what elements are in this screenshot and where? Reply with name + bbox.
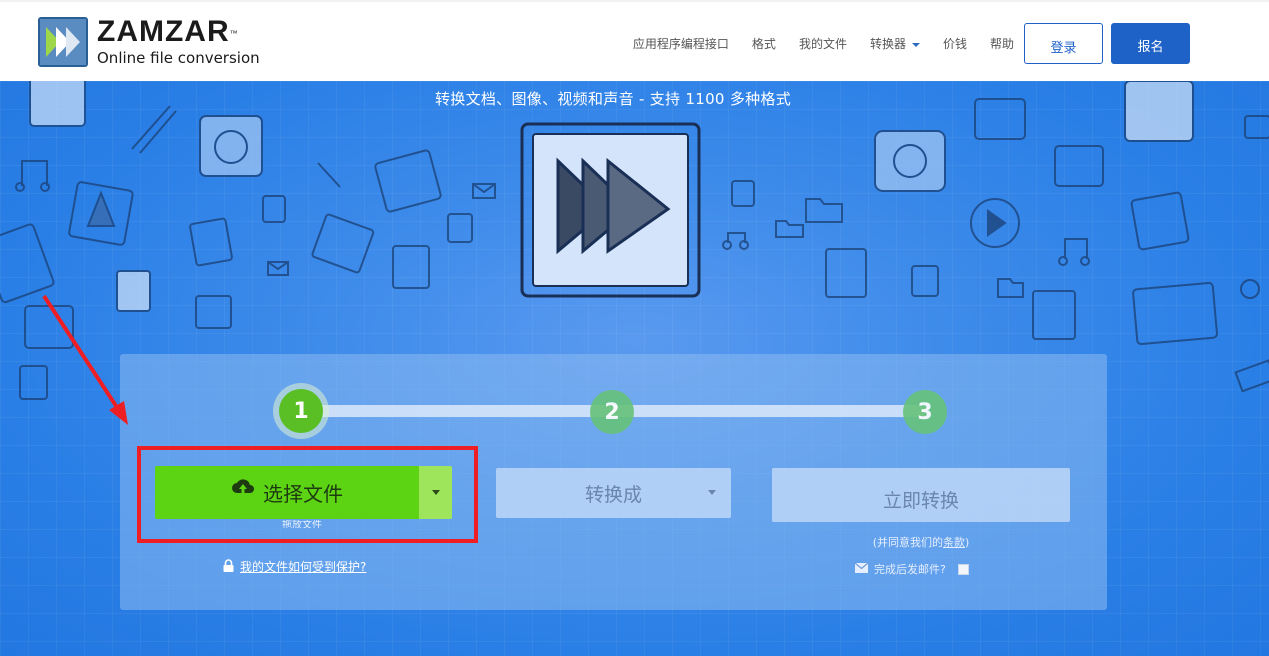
convert-now-button[interactable]: 立即转换	[772, 468, 1070, 522]
email-when-done-checkbox[interactable]	[957, 563, 969, 575]
caret-down-icon	[708, 490, 716, 495]
step-2-indicator: 2	[590, 390, 634, 434]
terms-suffix: )	[965, 536, 970, 549]
file-protection-link[interactable]: 我的文件如何受到保护?	[223, 558, 366, 575]
convert-to-label: 转换成	[584, 483, 642, 506]
hero-tagline: 转换文档、图像、视频和声音 - 支持 1100 多种格式	[434, 90, 792, 108]
step-1-indicator: 1	[279, 389, 323, 433]
annotation-highlight-box	[137, 446, 478, 543]
logo-text: ZAMZAR™ Online file conversion	[97, 15, 260, 68]
nav-api[interactable]: 应用程序编程接口	[633, 35, 729, 52]
caret-down-icon	[911, 42, 920, 47]
logo-subtitle: Online file conversion	[97, 49, 260, 67]
zamzar-logo-icon	[38, 17, 88, 67]
login-button[interactable]: 登录	[1024, 23, 1103, 64]
step-3-indicator: 3	[903, 390, 947, 434]
nav-help[interactable]: 帮助	[990, 35, 1014, 52]
logo-trademark: ™	[229, 29, 239, 38]
nav-converters[interactable]: 转换器	[870, 35, 920, 52]
terms-note: (并同意我们的条款)	[772, 534, 1070, 550]
envelope-icon	[854, 562, 869, 576]
email-when-done-option: 完成后发邮件?	[854, 561, 969, 577]
nav-formats[interactable]: 格式	[752, 35, 776, 52]
nav-pricing[interactable]: 价钱	[943, 35, 967, 52]
email-when-done-label: 完成后发邮件?	[874, 563, 946, 576]
file-protection-link-text[interactable]: 我的文件如何受到保护?	[240, 558, 366, 575]
zamzar-logo[interactable]: ZAMZAR™ Online file conversion	[38, 17, 260, 67]
logo-name: ZAMZAR	[97, 15, 230, 48]
main-nav: 应用程序编程接口 格式 我的文件 转换器 价钱 帮助	[610, 35, 1014, 52]
lock-icon	[223, 558, 234, 575]
site-header: ZAMZAR™ Online file conversion 应用程序编程接口 …	[0, 0, 1269, 81]
signup-button[interactable]: 报名	[1111, 23, 1190, 64]
terms-prefix: (并同意我们的	[872, 536, 943, 549]
convert-to-select[interactable]: 转换成	[496, 468, 731, 518]
hero-section: 转换文档、图像、视频和声音 - 支持 1100 多种格式 1 2 3 选择文件 …	[0, 81, 1269, 656]
nav-converters-label: 转换器	[869, 37, 906, 51]
nav-my-files[interactable]: 我的文件	[799, 35, 847, 52]
terms-link[interactable]: 条款	[943, 536, 965, 549]
